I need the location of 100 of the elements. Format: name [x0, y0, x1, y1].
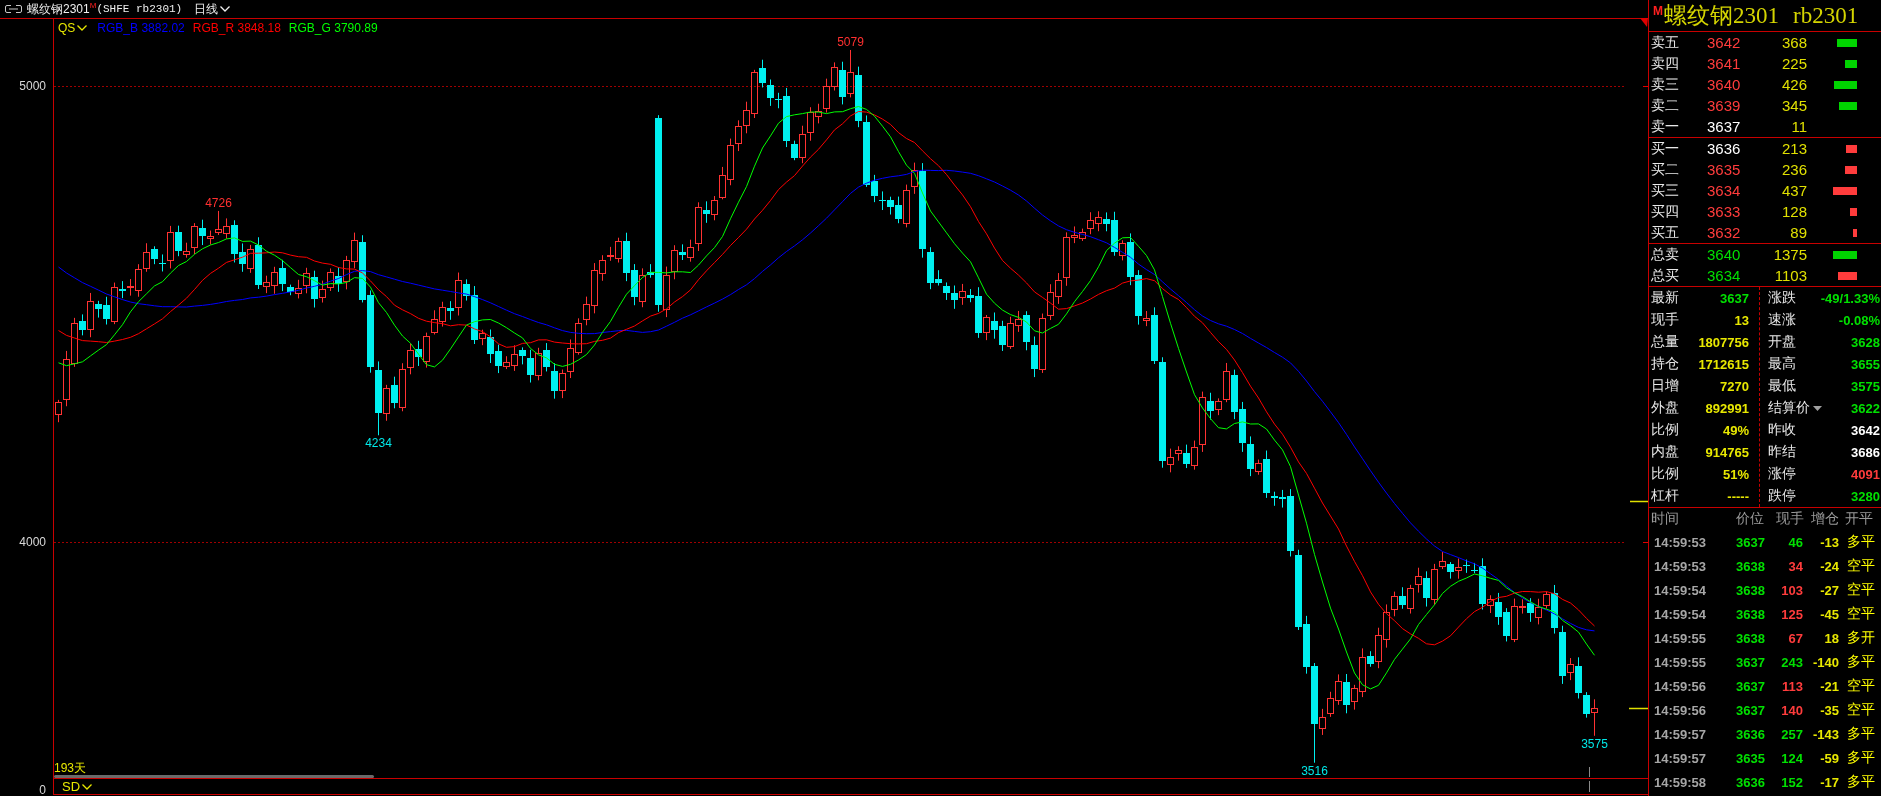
stat-value: 914765 [1705, 444, 1749, 460]
stat-label: 最新 [1651, 289, 1679, 307]
market-label: M [89, 2, 97, 10]
legend-label: RGB_G 3790.89 [288, 20, 378, 35]
stat-value: 1712615 [1698, 356, 1749, 372]
stat-label: 开盘 [1768, 333, 1796, 351]
trade-volume: 34 [1787, 558, 1803, 574]
market-label: M [1653, 5, 1663, 17]
stat-value: 3642 [1851, 422, 1880, 438]
stat-value: 4091 [1851, 466, 1880, 482]
price-label: 3516 [1301, 763, 1328, 778]
trade-time: 14:59:54 [1654, 606, 1708, 622]
trade-price: 3635 [1736, 750, 1766, 766]
trade-type: 空平 [1846, 557, 1876, 575]
instrument-code: (SHFE rb2301) [96, 3, 183, 15]
trade-time: 14:59:57 [1654, 750, 1708, 766]
trade-volume: 103 [1780, 582, 1803, 598]
order-level-label: 卖五 [1651, 33, 1680, 52]
stat-value: 3628 [1851, 334, 1880, 350]
stat-label: 外盘 [1651, 399, 1679, 417]
axis-label: 5000 [19, 80, 46, 92]
order-level-label: 买一 [1651, 139, 1680, 158]
price-marker [1629, 500, 1649, 503]
trade-price: 3638 [1736, 582, 1766, 598]
volume-bar [1833, 186, 1857, 195]
trade-volume: 243 [1780, 654, 1803, 670]
legend-label: RGB_R 3848.18 [192, 20, 281, 35]
volume-bar [1846, 144, 1857, 153]
stat-value: 3575 [1851, 378, 1880, 394]
stat-label: 比例 [1651, 421, 1679, 439]
order-level-label: 买五 [1651, 223, 1680, 242]
stat-value: 892991 [1705, 400, 1749, 416]
trade-position-change: -35 [1819, 702, 1839, 718]
instrument-code: rb2301 [1793, 2, 1859, 29]
trade-price: 3636 [1736, 726, 1766, 742]
trade-position-change: -21 [1819, 678, 1839, 694]
order-level-label: 卖四 [1651, 54, 1680, 73]
stat-value: -0.08% [1838, 312, 1880, 328]
order-level-label: 总卖 [1651, 245, 1680, 264]
stat-label: 昨结 [1768, 443, 1796, 461]
order-price: 3637 [1707, 118, 1742, 135]
trade-time: 14:59:53 [1654, 558, 1708, 574]
trade-type: 多平 [1846, 725, 1876, 743]
order-price: 3635 [1707, 161, 1742, 178]
period-selector[interactable]: 日线 [194, 0, 231, 18]
order-volume: 128 [1780, 203, 1807, 220]
bar-count-label: 193天 [54, 762, 88, 774]
scroll-bar[interactable] [54, 775, 374, 778]
axis-label: 4000 [19, 536, 46, 548]
order-level-label: 总买 [1651, 266, 1680, 285]
volume-bar [1834, 80, 1857, 89]
stat-label: 最高 [1768, 355, 1796, 373]
column-header: 时间 [1651, 510, 1680, 528]
stat-value: 7270 [1720, 378, 1749, 394]
stat-value: -49/1.33% [1820, 290, 1880, 306]
trade-price: 3636 [1736, 774, 1766, 790]
trade-type: 多平 [1846, 653, 1876, 671]
trade-position-change: -59 [1819, 750, 1839, 766]
stat-value: 3655 [1851, 356, 1880, 372]
trade-volume: 67 [1787, 630, 1803, 646]
trade-price: 3637 [1736, 702, 1766, 718]
trade-type: 空平 [1846, 605, 1876, 623]
order-volume: 89 [1789, 224, 1807, 241]
trade-volume: 124 [1780, 750, 1803, 766]
trade-position-change: -143 [1811, 726, 1839, 742]
trade-position-change: -140 [1811, 654, 1839, 670]
order-price: 3632 [1707, 224, 1742, 241]
indicator-selector[interactable]: QS [58, 20, 88, 35]
chevron-down-icon [82, 783, 93, 790]
chevron-down-icon [77, 24, 88, 31]
trade-position-change: -13 [1819, 534, 1839, 550]
trade-price: 3638 [1736, 558, 1766, 574]
order-level-label: 买三 [1651, 181, 1680, 200]
trade-time: 14:59:58 [1654, 774, 1708, 790]
trade-price: 3638 [1736, 630, 1766, 646]
order-level-label: 卖一 [1651, 117, 1680, 136]
price-label: 5079 [837, 35, 864, 49]
order-volume: 368 [1780, 34, 1807, 51]
trade-position-change: -27 [1819, 582, 1839, 598]
trade-price: 3637 [1736, 678, 1766, 694]
column-header: 现手 [1776, 510, 1803, 528]
volume-bar [1853, 228, 1857, 237]
axis-label: 0 [39, 784, 46, 796]
trade-time: 14:59:53 [1654, 534, 1708, 550]
trade-position-change: -24 [1819, 558, 1839, 574]
stat-label: 比例 [1651, 465, 1679, 483]
order-volume: 11 [1790, 118, 1807, 135]
stat-value: 3622 [1851, 400, 1880, 416]
caret-down-icon[interactable] [1813, 405, 1822, 411]
trade-volume: 113 [1781, 678, 1803, 694]
stat-label: 杠杆 [1651, 487, 1679, 505]
volume-bar [1850, 207, 1857, 216]
link-icon[interactable] [5, 5, 22, 13]
order-level-label: 卖二 [1651, 96, 1680, 115]
order-price: 3639 [1707, 97, 1742, 114]
trade-position-change: -17 [1819, 774, 1839, 790]
stat-value: 3637 [1720, 290, 1749, 306]
triangle-icon [1640, 18, 1648, 27]
volume-bar [1839, 101, 1857, 110]
indicator-selector[interactable]: SD [62, 779, 93, 794]
